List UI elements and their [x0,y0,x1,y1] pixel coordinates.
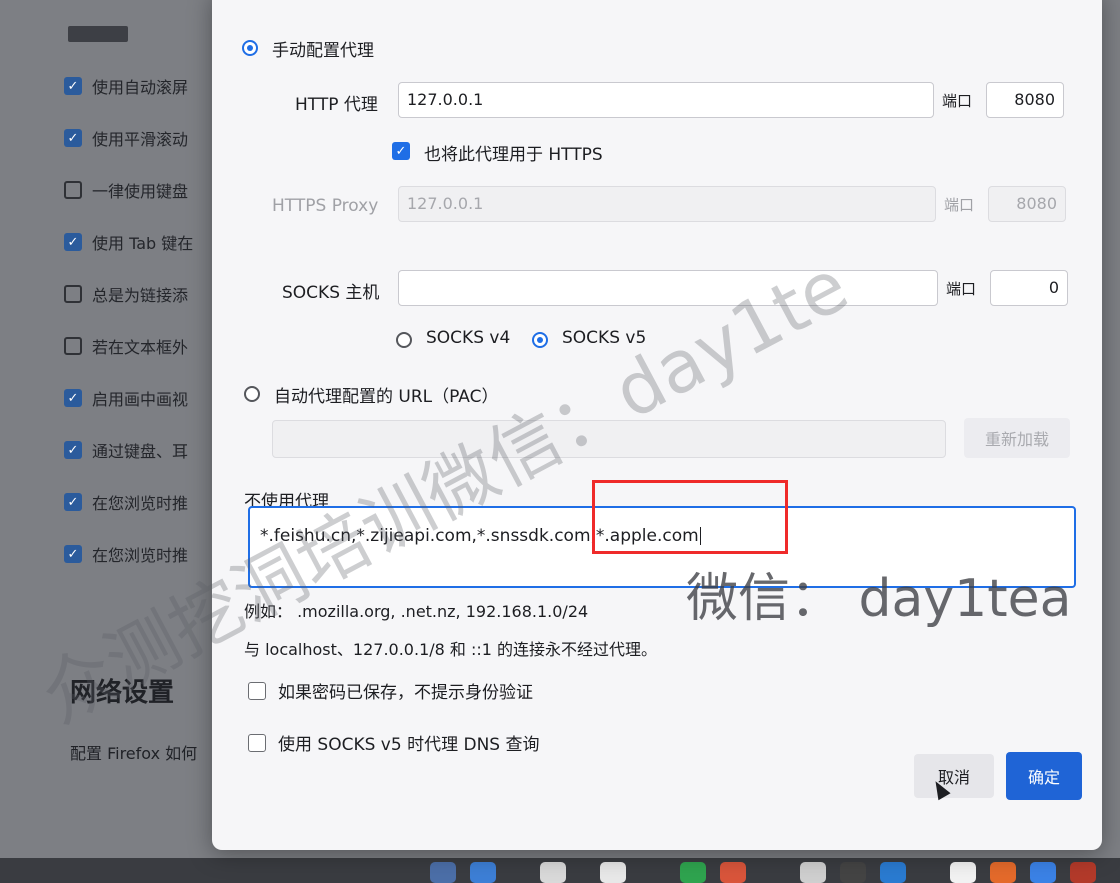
background-checkbox-item[interactable]: ✓ 使用自动滚屏 [64,74,188,98]
background-checkbox-item[interactable]: ✓ 在您浏览时推 [64,490,188,514]
background-checkbox-label: 使用自动滚屏 [92,78,189,97]
background-checkbox-item[interactable]: ✓ 启用画中画视 [64,386,188,410]
https-proxy-input[interactable]: 127.0.0.1 [398,186,936,222]
dock-app-icon[interactable] [800,862,826,883]
no-auth-prompt-label: 如果密码已保存，不提示身份验证 [278,683,533,703]
background-checkbox-label: 使用 Tab 键在 [92,234,194,253]
checked-checkbox-icon[interactable]: ✓ [64,389,82,407]
socks-dns-label: 使用 SOCKS v5 时代理 DNS 查询 [278,735,540,755]
https-proxy-label: HTTPS Proxy [272,196,379,216]
background-checkbox-label: 一律使用键盘 [92,182,189,201]
checked-checkbox-icon[interactable]: ✓ [64,441,82,459]
http-port-input[interactable]: 8080 [986,82,1064,118]
socks-host-label: SOCKS 主机 [282,283,380,303]
ok-button[interactable]: 确定 [1006,752,1082,800]
network-settings-description: 配置 Firefox 如何 [70,744,198,763]
dock-app-icon[interactable] [470,862,496,883]
checked-checkbox-icon[interactable]: ✓ [64,77,82,95]
background-checkbox-item[interactable]: 总是为链接添 [64,282,188,306]
background-checkbox-label: 通过键盘、耳 [92,442,189,461]
checked-checkbox-icon[interactable]: ✓ [64,233,82,251]
connection-settings-dialog: 手动配置代理 HTTP 代理 127.0.0.1 端口 8080 ✓ 也将此代理… [212,0,1102,850]
dock-app-icon[interactable] [680,862,706,883]
background-checkbox-label: 若在文本框外 [92,338,189,357]
socks-v5-radio[interactable] [532,332,548,348]
background-checkbox-item[interactable]: ✓ 使用平滑滚动 [64,126,188,150]
unchecked-checkbox-icon[interactable] [64,181,82,199]
checked-checkbox-icon[interactable]: ✓ [64,545,82,563]
dock-app-icon[interactable] [840,862,866,883]
also-https-checkbox[interactable]: ✓ [392,142,410,160]
http-proxy-label: HTTP 代理 [295,95,378,115]
http-port-label: 端口 [942,92,973,110]
https-port-input[interactable]: 8080 [988,186,1066,222]
dock-app-icon[interactable] [950,862,976,883]
pac-radio[interactable] [244,386,260,402]
manual-proxy-label: 手动配置代理 [272,41,374,61]
pac-url-input[interactable] [272,420,946,458]
checked-checkbox-icon[interactable]: ✓ [64,493,82,511]
background-checkbox-item[interactable]: ✓ 使用 Tab 键在 [64,230,193,254]
background-checkbox-item[interactable]: 若在文本框外 [64,334,188,358]
https-port-label: 端口 [944,196,975,214]
socks-port-label: 端口 [946,280,977,298]
dock-app-icon[interactable] [720,862,746,883]
dock-app-icon[interactable] [600,862,626,883]
network-settings-title: 网络设置 [70,678,175,708]
dock-app-icon[interactable] [1030,862,1056,883]
dock-app-icon[interactable] [1070,862,1096,883]
socks-dns-checkbox[interactable] [248,734,266,752]
dock-app-icon[interactable] [430,862,456,883]
no-auth-prompt-checkbox[interactable] [248,682,266,700]
dock-app-icon[interactable] [880,862,906,883]
unchecked-checkbox-icon[interactable] [64,337,82,355]
background-checkbox-item[interactable]: 一律使用键盘 [64,178,188,202]
background-section-heading [68,26,128,42]
dock-app-icon[interactable] [540,862,566,883]
checked-checkbox-icon[interactable]: ✓ [64,129,82,147]
background-checkbox-label: 启用画中画视 [92,390,189,409]
background-checkbox-item[interactable]: ✓ 在您浏览时推 [64,542,188,566]
no-proxy-example: 例如： .mozilla.org, .net.nz, 192.168.1.0/2… [244,602,589,621]
socks-v4-label: SOCKS v4 [426,328,511,348]
socks-host-input[interactable] [398,270,938,306]
localhost-note: 与 localhost、127.0.0.1/8 和 ::1 的连接永不经过代理。 [244,640,658,659]
pac-label: 自动代理配置的 URL（PAC） [274,387,499,407]
cancel-button[interactable]: 取消 [914,754,994,798]
background-checkbox-label: 总是为链接添 [92,286,189,305]
dock-app-icon[interactable] [990,862,1016,883]
also-https-label: 也将此代理用于 HTTPS [424,145,603,165]
http-proxy-input[interactable]: 127.0.0.1 [398,82,934,118]
unchecked-checkbox-icon[interactable] [64,285,82,303]
manual-proxy-radio[interactable] [242,40,258,56]
red-highlight-annotation [592,480,788,554]
socks-v5-label: SOCKS v5 [562,328,647,348]
socks-port-input[interactable]: 0 [990,270,1068,306]
background-checkbox-item[interactable]: ✓ 通过键盘、耳 [64,438,188,462]
background-checkbox-label: 使用平滑滚动 [92,130,189,149]
socks-v4-radio[interactable] [396,332,412,348]
background-checkbox-label: 在您浏览时推 [92,494,189,513]
reload-pac-button[interactable]: 重新加载 [964,418,1070,458]
background-checkbox-label: 在您浏览时推 [92,546,189,565]
